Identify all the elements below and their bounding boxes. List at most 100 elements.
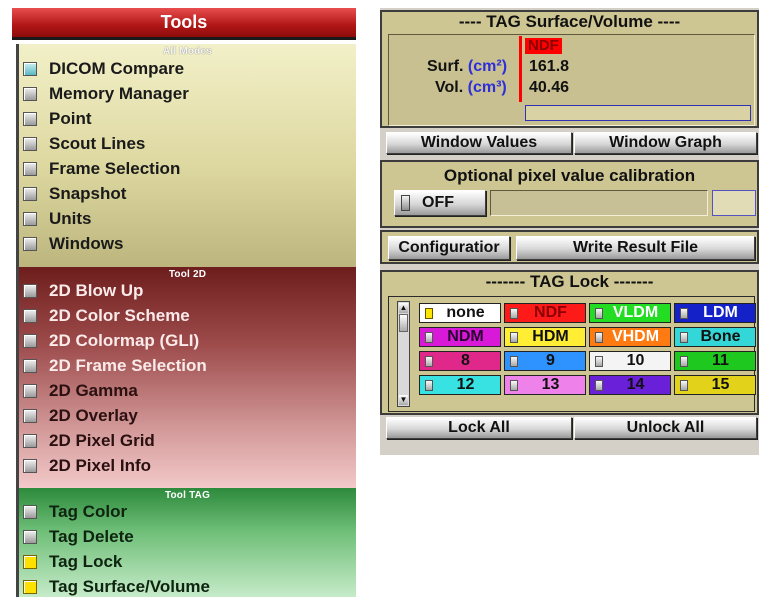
tag-lock-cell[interactable]: 12 <box>419 375 501 395</box>
tool-checkbox[interactable] <box>23 137 37 151</box>
tag-lock-cell[interactable]: 13 <box>504 375 586 395</box>
surface-volume-display: NDF Surf. (cm²) 161.8 Vol. (cm³) 40.46 <box>388 34 755 126</box>
write-result-file-button[interactable]: Write Result File <box>516 236 755 260</box>
tool-item-tag-color[interactable]: Tag Color <box>23 501 127 523</box>
tag-lock-cell[interactable]: 9 <box>504 351 586 371</box>
tool-checkbox[interactable] <box>23 162 37 176</box>
tag-lock-checkbox[interactable] <box>510 307 518 319</box>
tool-item-tag-surface-volume[interactable]: Tag Surface/Volume <box>23 576 210 598</box>
tag-lock-cell[interactable]: 14 <box>589 375 671 395</box>
tool-checkbox[interactable] <box>23 334 37 348</box>
tools-panel: Tools All Modes DICOM Compare Memory Man… <box>12 8 356 597</box>
tag-lock-cell[interactable]: none <box>419 303 501 323</box>
tool-item-point[interactable]: Point <box>23 108 92 130</box>
window-values-button[interactable]: Window Values <box>386 132 572 154</box>
calibration-color-box[interactable] <box>712 190 756 216</box>
tool-item-windows[interactable]: Windows <box>23 233 123 255</box>
calibration-toggle-button[interactable]: OFF <box>394 190 486 216</box>
tool-item-2d-pixel-grid[interactable]: 2D Pixel Grid <box>23 430 155 452</box>
tool-checkbox[interactable] <box>23 359 37 373</box>
tag-lock-checkbox[interactable] <box>595 379 603 391</box>
tool-checkbox[interactable] <box>23 187 37 201</box>
vol-label: Vol. <box>435 79 464 96</box>
tag-lock-checkbox[interactable] <box>425 307 433 319</box>
tool-item-frame-selection[interactable]: Frame Selection <box>23 158 180 180</box>
tag-lock-checkbox[interactable] <box>425 355 433 367</box>
calibration-value-field[interactable] <box>490 190 708 216</box>
tool-item-2d-gamma[interactable]: 2D Gamma <box>23 380 138 402</box>
unlock-all-button[interactable]: Unlock All <box>574 417 757 439</box>
tool-checkbox[interactable] <box>23 237 37 251</box>
tool-item-2d-colormap-gli[interactable]: 2D Colormap (GLI) <box>23 330 199 352</box>
tag-lock-checkbox[interactable] <box>425 331 433 343</box>
tag-lock-cell[interactable]: NDF <box>504 303 586 323</box>
tool-item-tag-lock[interactable]: Tag Lock <box>23 551 122 573</box>
tag-lock-checkbox[interactable] <box>510 379 518 391</box>
tool-checkbox[interactable] <box>23 384 37 398</box>
tag-lock-checkbox[interactable] <box>680 379 688 391</box>
tag-lock-scrollbar[interactable]: ▲ ▼ <box>397 301 410 407</box>
tool-checkbox[interactable] <box>23 284 37 298</box>
lock-all-button[interactable]: Lock All <box>386 417 572 439</box>
tag-lock-cell[interactable]: NDM <box>419 327 501 347</box>
tool-item-label: Tag Color <box>49 502 128 521</box>
surf-row-label: Surf. (cm²) <box>427 58 507 76</box>
tool-checkbox[interactable] <box>23 112 37 126</box>
tag-lock-cell[interactable]: 8 <box>419 351 501 371</box>
tool-item-2d-blow-up[interactable]: 2D Blow Up <box>23 280 143 302</box>
tool-item-scout-lines[interactable]: Scout Lines <box>23 133 145 155</box>
tag-lock-checkbox[interactable] <box>425 379 433 391</box>
tool-item-tag-delete[interactable]: Tag Delete <box>23 526 134 548</box>
tag-lock-label: none <box>446 304 485 321</box>
tool-checkbox[interactable] <box>23 555 37 569</box>
tool-item-2d-pixel-info[interactable]: 2D Pixel Info <box>23 455 151 477</box>
tool-item-snapshot[interactable]: Snapshot <box>23 183 126 205</box>
tool-item-label: 2D Blow Up <box>49 281 144 300</box>
tool-item-2d-frame-selection[interactable]: 2D Frame Selection <box>23 355 207 377</box>
tag-lock-cell[interactable]: VLDM <box>589 303 671 323</box>
tool-checkbox[interactable] <box>23 87 37 101</box>
tool-checkbox[interactable] <box>23 530 37 544</box>
tag-lock-cell[interactable]: VHDM <box>589 327 671 347</box>
tag-lock-label: 15 <box>711 376 730 393</box>
tool-item-label: Units <box>49 209 92 228</box>
tag-lock-checkbox[interactable] <box>510 331 518 343</box>
window-graph-button[interactable]: Window Graph <box>574 132 757 154</box>
tool-item-memory-manager[interactable]: Memory Manager <box>23 83 189 105</box>
tag-lock-cell[interactable]: LDM <box>674 303 756 323</box>
tag-lock-cell[interactable]: 10 <box>589 351 671 371</box>
tag-lock-cell[interactable]: Bone <box>674 327 756 347</box>
tag-lock-checkbox[interactable] <box>595 355 603 367</box>
tool-item-label: Frame Selection <box>49 159 181 178</box>
tool-checkbox[interactable] <box>23 459 37 473</box>
tool-checkbox[interactable] <box>23 409 37 423</box>
tool-item-label: 2D Pixel Info <box>49 456 152 475</box>
tool-item-dicom-compare[interactable]: DICOM Compare <box>23 58 184 80</box>
scroll-down-icon[interactable]: ▼ <box>399 395 408 405</box>
tool-checkbox[interactable] <box>23 212 37 226</box>
tag-lock-checkbox[interactable] <box>595 331 603 343</box>
tool-checkbox[interactable] <box>23 580 37 594</box>
tag-lock-checkbox[interactable] <box>510 355 518 367</box>
tool-item-units[interactable]: Units <box>23 208 92 230</box>
progress-field <box>525 105 751 121</box>
tag-lock-checkbox[interactable] <box>680 331 688 343</box>
tool-checkbox[interactable] <box>23 505 37 519</box>
calibration-group: Optional pixel value calibration OFF <box>380 160 759 228</box>
scroll-up-icon[interactable]: ▲ <box>399 303 408 313</box>
tool-checkbox[interactable] <box>23 62 37 76</box>
tool-item-2d-overlay[interactable]: 2D Overlay <box>23 405 138 427</box>
tool-checkbox[interactable] <box>23 434 37 448</box>
scroll-thumb[interactable] <box>399 314 408 332</box>
tool-checkbox[interactable] <box>23 309 37 323</box>
tag-lock-checkbox[interactable] <box>680 307 688 319</box>
tag-lock-checkbox[interactable] <box>595 307 603 319</box>
tag-lock-label: 11 <box>712 352 729 369</box>
tool-item-label: 2D Gamma <box>49 381 138 400</box>
tag-lock-cell[interactable]: 15 <box>674 375 756 395</box>
tag-lock-checkbox[interactable] <box>680 355 688 367</box>
tag-lock-cell[interactable]: 11 <box>674 351 756 371</box>
configuration-button[interactable]: Configuratior <box>388 236 510 260</box>
tag-lock-cell[interactable]: HDM <box>504 327 586 347</box>
tool-item-2d-color-scheme[interactable]: 2D Color Scheme <box>23 305 190 327</box>
